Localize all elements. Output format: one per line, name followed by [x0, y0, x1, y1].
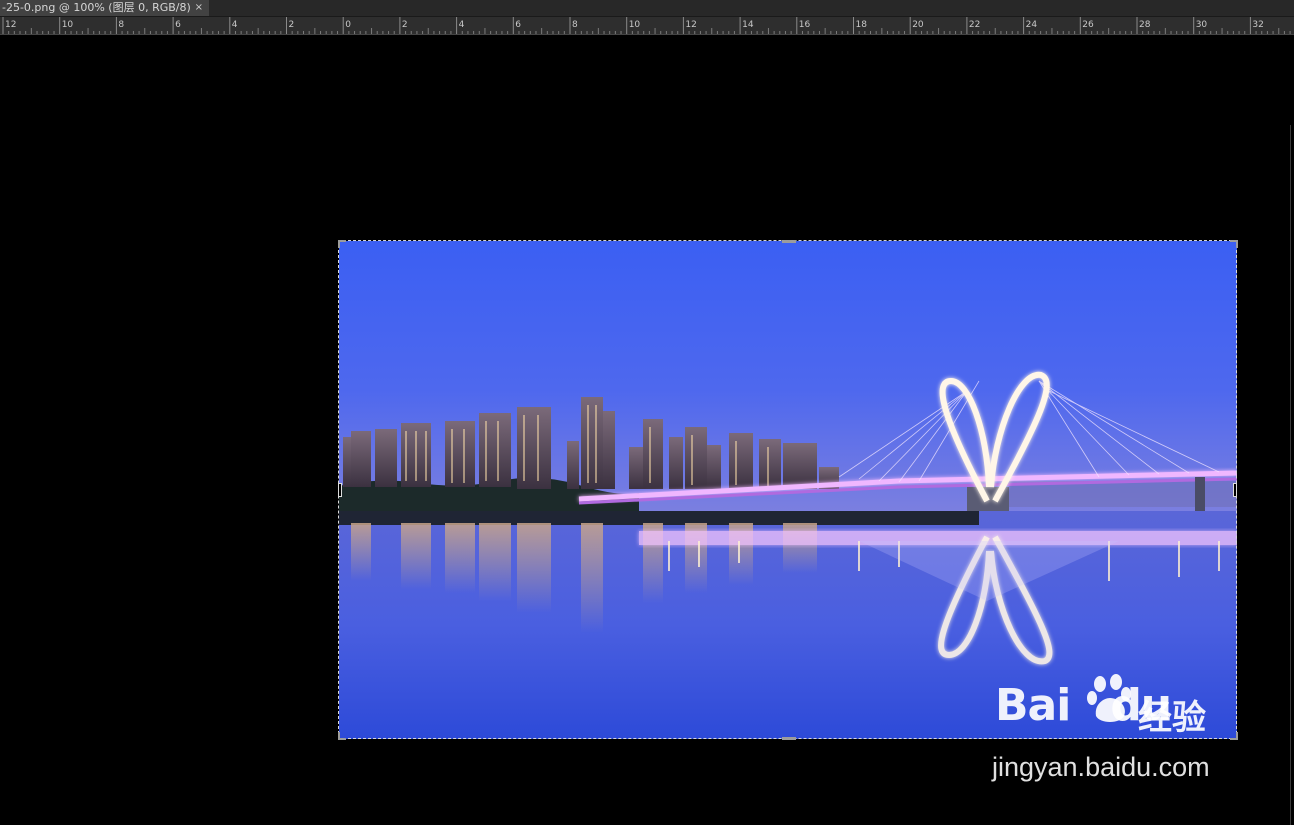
document-tab[interactable]: -25-0.png @ 100% (图层 0, RGB/8) × [0, 0, 209, 16]
ruler-label: 2 [289, 20, 295, 30]
ruler-label: 30 [1196, 20, 1208, 30]
close-tab-icon[interactable]: × [195, 0, 203, 16]
ruler-label: 18 [856, 20, 868, 30]
night-city-bridge-photo [339, 241, 1237, 739]
ruler-label: 0 [345, 20, 351, 30]
ruler-label: 26 [1082, 20, 1094, 30]
ruler-label: 32 [1252, 20, 1263, 30]
ruler-label: 6 [175, 20, 181, 30]
ruler-label: 16 [799, 20, 811, 30]
ruler-label: 24 [1026, 20, 1038, 30]
ruler-label: 12 [685, 20, 696, 30]
transform-handle-top-middle[interactable] [782, 240, 796, 243]
ruler-label: 4 [232, 20, 238, 30]
ruler-label: 14 [742, 20, 754, 30]
canvas-edge-line [1290, 125, 1291, 825]
ruler-label: 10 [629, 20, 641, 30]
ruler-label: 10 [62, 20, 74, 30]
transform-handle-middle-left[interactable] [338, 483, 342, 497]
document-tab-title: -25-0.png @ 100% (图层 0, RGB/8) [2, 1, 191, 14]
transform-handle-top-left[interactable] [338, 240, 346, 248]
ruler-ticks: 12 10 8 6 4 2 0 2 4 6 8 10 12 14 16 18 20 22 24 26 28 30 32 [2, 17, 1291, 34]
transform-handle-bottom-middle[interactable] [782, 737, 796, 740]
document-tab-bar: -25-0.png @ 100% (图层 0, RGB/8) × [0, 0, 1294, 17]
transform-handle-middle-right[interactable] [1233, 483, 1237, 497]
ruler-label: 8 [572, 20, 578, 30]
layer-image-night-bridge[interactable] [339, 241, 1237, 739]
transform-handle-bottom-left[interactable] [338, 732, 346, 740]
transform-handle-bottom-right[interactable] [1230, 732, 1238, 740]
ruler-label: 22 [969, 20, 980, 30]
horizontal-ruler[interactable]: 12 10 8 6 4 2 0 2 4 6 8 10 12 14 16 18 20 22 24 26 28 30 32 [0, 17, 1294, 35]
ruler-label: 2 [402, 20, 408, 30]
ruler-label: 12 [5, 20, 16, 30]
ruler-label: 20 [912, 20, 924, 30]
ruler-label: 28 [1139, 20, 1151, 30]
ruler-label: 6 [515, 20, 521, 30]
ruler-label: 8 [118, 20, 124, 30]
ruler-label: 4 [459, 20, 465, 30]
transform-handle-top-right[interactable] [1230, 240, 1238, 248]
